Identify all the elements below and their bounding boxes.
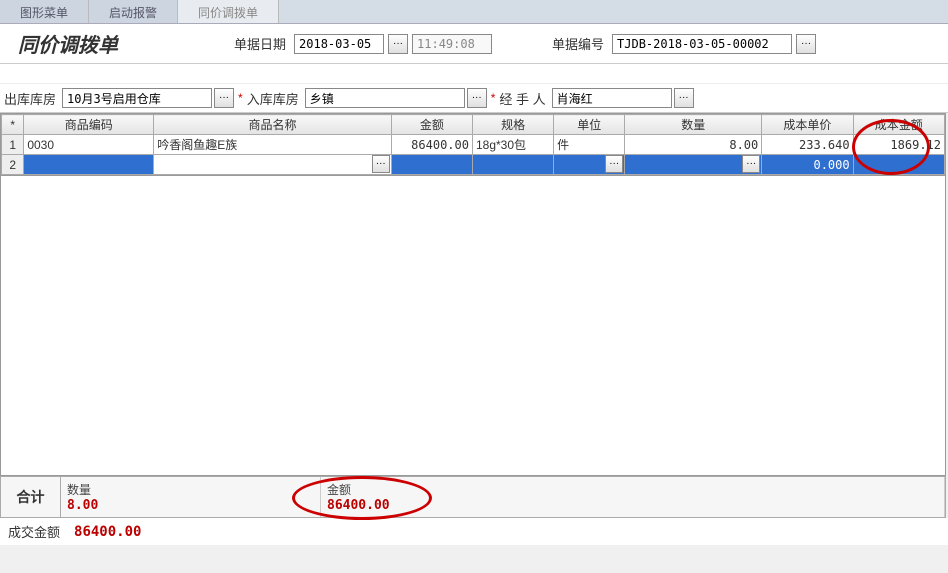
out-wh-label: 出库库房 (4, 89, 56, 108)
required-star: * (238, 91, 243, 105)
col-code[interactable]: 商品编码 (24, 115, 154, 135)
tab-graphic-menu[interactable]: 图形菜单 (0, 0, 89, 23)
col-name[interactable]: 商品名称 (154, 115, 392, 135)
cell-qty[interactable]: ··· (625, 155, 762, 175)
cell-qty[interactable]: 8.00 (625, 135, 762, 155)
cell-spec[interactable] (472, 155, 553, 175)
cell-name-picker[interactable]: ··· (372, 155, 390, 173)
footer: 成交金额 86400.00 (0, 518, 948, 545)
cell-unit[interactable]: 件 (554, 135, 625, 155)
cell-amount[interactable] (391, 155, 472, 175)
deal-amt-value: 86400.00 (74, 524, 141, 540)
col-amount[interactable]: 金额 (391, 115, 472, 135)
cell-name[interactable]: 吟香阁鱼趣E族 (154, 135, 392, 155)
totals-qty-label: 数量 (67, 481, 314, 498)
col-star: * (2, 115, 24, 135)
out-wh-input[interactable] (62, 88, 212, 108)
docno-label: 单据编号 (552, 34, 604, 53)
cell-spec[interactable]: 18g*30包 (472, 135, 553, 155)
cell-unit[interactable]: ··· (554, 155, 625, 175)
table-row[interactable]: 2 ··· ··· ··· 0.000 (2, 155, 945, 175)
cell-code[interactable] (24, 155, 154, 175)
date-input[interactable] (294, 34, 384, 54)
grid-header-row: * 商品编码 商品名称 金额 规格 单位 数量 成本单价 成本金额 (2, 115, 945, 135)
tab-bar: 图形菜单 启动报警 同价调拨单 (0, 0, 948, 24)
totals-qty-value: 8.00 (67, 498, 314, 513)
time-input (412, 34, 492, 54)
totals-amt-value: 86400.00 (327, 498, 938, 513)
cell-costamt[interactable]: 1869.12 (853, 135, 944, 155)
tab-transfer[interactable]: 同价调拨单 (178, 0, 279, 23)
table-row[interactable]: 1 0030 吟香阁鱼趣E族 86400.00 18g*30包 件 8.00 2… (2, 135, 945, 155)
handler-label: 经 手 人 (499, 89, 545, 108)
date-picker-button[interactable]: ··· (388, 34, 408, 54)
date-label: 单据日期 (234, 34, 286, 53)
cell-costprice[interactable]: 0.000 (762, 155, 853, 175)
cell-code[interactable]: 0030 (24, 135, 154, 155)
deal-amt-label: 成交金额 (8, 522, 60, 541)
col-costprice[interactable]: 成本单价 (762, 115, 853, 135)
col-costamt[interactable]: 成本金额 (853, 115, 944, 135)
data-grid: * 商品编码 商品名称 金额 规格 单位 数量 成本单价 成本金额 1 0030… (0, 113, 946, 176)
cell-unit-picker[interactable]: ··· (605, 155, 623, 173)
docno-input[interactable] (612, 34, 792, 54)
in-wh-input[interactable] (305, 88, 465, 108)
cell-costamt[interactable] (853, 155, 944, 175)
tab-alarm[interactable]: 启动报警 (89, 0, 178, 23)
cell-name[interactable]: ··· (154, 155, 392, 175)
filter-row: 出库库房 ··· * 入库库房 ··· * 经 手 人 ··· (0, 84, 948, 113)
out-wh-picker[interactable]: ··· (214, 88, 234, 108)
docno-picker-button[interactable]: ··· (796, 34, 816, 54)
col-qty[interactable]: 数量 (625, 115, 762, 135)
cell-qty-picker[interactable]: ··· (742, 155, 760, 173)
page-title: 同价调拨单 (10, 25, 134, 62)
header: 同价调拨单 单据日期 ··· 单据编号 ··· (0, 24, 948, 64)
row-num: 2 (2, 155, 24, 175)
in-wh-label: 入库库房 (247, 89, 299, 108)
totals-bar: 合计 数量 8.00 金额 86400.00 (0, 476, 946, 518)
col-unit[interactable]: 单位 (554, 115, 625, 135)
in-wh-picker[interactable]: ··· (467, 88, 487, 108)
row-num: 1 (2, 135, 24, 155)
totals-label: 合计 (1, 477, 61, 517)
required-star-2: * (491, 91, 496, 105)
handler-picker[interactable]: ··· (674, 88, 694, 108)
handler-input[interactable] (552, 88, 672, 108)
cell-amount[interactable]: 86400.00 (391, 135, 472, 155)
cell-costprice[interactable]: 233.640 (762, 135, 853, 155)
totals-amt-label: 金额 (327, 481, 938, 498)
col-spec[interactable]: 规格 (472, 115, 553, 135)
grid-empty-area (0, 176, 946, 476)
